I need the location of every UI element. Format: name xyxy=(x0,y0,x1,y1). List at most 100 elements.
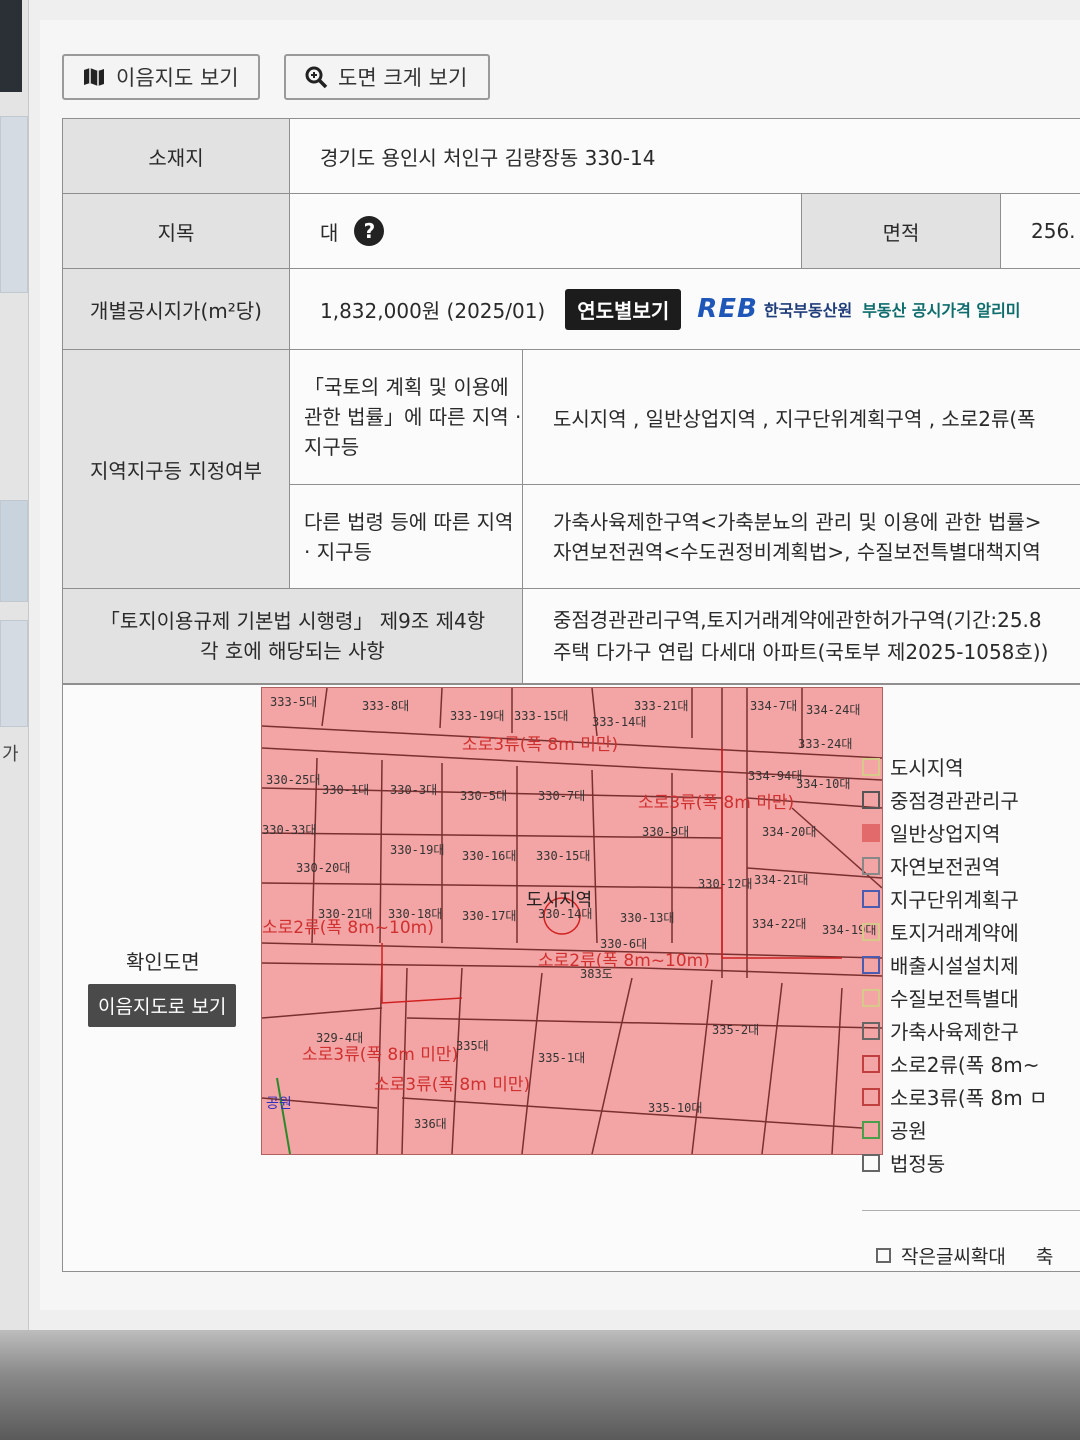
legend-item[interactable]: 법정동 xyxy=(862,1146,1080,1179)
legend-item[interactable]: 중점경관관리구 xyxy=(862,783,1080,816)
land-info-panel: 이음지도 보기 도면 크게 보기 소재지 경기도 용인시 처인구 김량장동 33… xyxy=(40,20,1080,1310)
reb-name: 한국부동산원 xyxy=(763,301,853,320)
decree-label: 「토지이용규제 기본법 시행령」 제9조 제4항 각 호에 해당되는 사항 xyxy=(62,588,523,684)
price-label: 개별공시지가(m²당) xyxy=(62,268,290,350)
land-category-cell: 대 ? xyxy=(289,193,802,269)
parcel-label: 334-24대 xyxy=(806,703,860,717)
decree-cell: 중점경관관리구역,토지거래계약에관한허가구역(기간:25.8 주택 다가구 연립… xyxy=(522,588,1080,684)
parcel-label: 334-22대 xyxy=(752,917,806,931)
legend-item[interactable]: 자연보전권역 xyxy=(862,849,1080,882)
location-value: 경기도 용인시 처인구 김량장동 330-14 xyxy=(289,118,1080,194)
legend-item[interactable]: 공원 xyxy=(862,1113,1080,1146)
parcel-label: 330-19대 xyxy=(390,843,444,857)
cut-off-label: 축 xyxy=(1035,1246,1054,1268)
legend-label: 소로2류(폭 8m~ xyxy=(890,1053,1040,1077)
legend-item[interactable]: 도시지역 xyxy=(862,750,1080,783)
legend-swatch xyxy=(862,757,880,776)
land-use-map[interactable]: 333-5대 333-8대 333-19대 333-15대 333-14대 33… xyxy=(261,687,883,1155)
parcel-label: 330-5대 xyxy=(460,789,507,803)
land-category-label: 지목 xyxy=(62,193,290,269)
parcel-label: 330-3대 xyxy=(390,783,437,797)
parcel-label: 333-24대 xyxy=(798,737,852,751)
help-icon[interactable]: ? xyxy=(354,216,385,246)
legend-label: 토지거래계약에 xyxy=(890,921,1019,945)
parcel-label: 333-21대 xyxy=(634,699,688,713)
parcel-label: 334-94대 xyxy=(748,769,802,783)
legend-label: 공원 xyxy=(890,1119,927,1143)
road-label: 소로2류(폭 8m~10m) xyxy=(538,951,710,971)
other-law-label: 다른 법령 등에 따른 지역 · 지구등 xyxy=(289,484,523,589)
parcel-label: 335-10대 xyxy=(648,1101,702,1115)
legend-item[interactable]: 일반상업지역 xyxy=(862,816,1080,849)
legend-item[interactable]: 수질보전특별대 xyxy=(862,981,1080,1014)
sidebar-tab[interactable] xyxy=(0,0,22,92)
map-icon xyxy=(84,68,104,86)
parcel-label: 330-17대 xyxy=(462,909,516,923)
parcel-label: 336대 xyxy=(414,1117,447,1131)
small-font-zoom-toggle[interactable]: 작은글씨확대 축 xyxy=(876,1242,1053,1269)
other-law-value-1: 가축사육제한구역<가축분뇨의 관리 및 이용에 관한 법률> xyxy=(553,509,1042,534)
other-law-cell: 가축사육제한구역<가축분뇨의 관리 및 이용에 관한 법률> 자연보전권역<수도… xyxy=(522,484,1080,589)
parcel-label: 334-10대 xyxy=(796,777,850,791)
reb-service: 부동산 공시가격 알리미 xyxy=(862,301,1021,320)
parcel-map-drawing: 333-5대 333-8대 333-19대 333-15대 333-14대 33… xyxy=(261,687,883,1155)
parcel-label: 333-15대 xyxy=(514,709,568,723)
road-label: 소로3류(폭 8m 미만) xyxy=(374,1075,530,1095)
parcel-label: 335-1대 xyxy=(538,1051,585,1065)
enlarge-drawing-button[interactable]: 도면 크게 보기 xyxy=(284,54,490,100)
road-label: 소로3류(폭 8m 미만) xyxy=(462,735,618,755)
legend-swatch xyxy=(862,790,880,809)
parcel-label: 330-6대 xyxy=(600,937,647,951)
legend-divider xyxy=(862,1210,1080,1211)
legend-swatch xyxy=(862,856,880,875)
legend-item[interactable]: 토지거래계약에 xyxy=(862,915,1080,948)
parcel-label: 330-15대 xyxy=(536,849,590,863)
legend-swatch xyxy=(862,1120,880,1139)
open-neighbor-map-button[interactable]: 이음지도로 보기 xyxy=(88,984,237,1027)
legend-swatch xyxy=(862,1087,880,1106)
parcel-label: 330-13대 xyxy=(620,911,674,925)
confirm-drawing-label: 확인도면 xyxy=(126,950,200,974)
parcel-label: 330-25대 xyxy=(266,773,320,787)
decree-value-1: 중점경관관리구역,토지거래계약에관한허가구역(기간:25.8 xyxy=(553,608,1042,632)
parcel-label: 330-12대 xyxy=(698,877,752,891)
parcel-label: 330-9대 xyxy=(642,825,689,839)
small-font-label: 작은글씨확대 xyxy=(901,1246,1006,1268)
legend-label: 일반상업지역 xyxy=(890,822,1001,846)
road-label: 소로3류(폭 8m 미만) xyxy=(638,793,794,813)
other-law-value-2: 자연보전권역<수도권정비계획법>, 수질보전특별대책지역 xyxy=(553,539,1041,564)
legend-swatch xyxy=(862,889,880,908)
legend-label: 지구단위계획구 xyxy=(890,888,1019,912)
parcel-label: 333-8대 xyxy=(362,699,409,713)
small-font-checkbox[interactable] xyxy=(876,1248,891,1263)
legend-item[interactable]: 지구단위계획구 xyxy=(862,882,1080,915)
area-value: 256. xyxy=(1000,193,1080,269)
legend-swatch xyxy=(862,1054,880,1073)
legend-swatch xyxy=(862,1021,880,1040)
location-label: 소재지 xyxy=(62,118,290,194)
enlarge-drawing-label: 도면 크게 보기 xyxy=(338,66,468,90)
legend-item[interactable]: 배출시설설치제 xyxy=(862,948,1080,981)
map-legend: 도시지역 중점경관관리구 일반상업지역 자연보전권역 지구단위계획구 토지거래계… xyxy=(862,750,1080,1179)
legend-item[interactable]: 소로3류(폭 8m ㅁ xyxy=(862,1080,1080,1113)
sidebar-panel-block xyxy=(0,500,28,602)
parcel-label: 330-1대 xyxy=(322,783,369,797)
decree-value-2: 주택 다가구 연립 다세대 아파트(국토부 제2025-1058호)) xyxy=(553,640,1049,664)
legend-label: 자연보전권역 xyxy=(890,855,1001,879)
legend-item[interactable]: 소로2류(폭 8m~ xyxy=(862,1047,1080,1080)
neighbor-map-button[interactable]: 이음지도 보기 xyxy=(62,54,260,100)
legend-label: 배출시설설치제 xyxy=(890,954,1019,978)
screen: 가 이음지도 보기 도면 크게 보기 소재지 경기도 용인시 처인구 김량장동 … xyxy=(0,0,1080,1330)
price-cell: 1,832,000원 (2025/01) 연도별보기 REB 한국부동산원 부동… xyxy=(289,268,1080,350)
reb-logo: REB xyxy=(697,294,758,324)
legend-label: 소로3류(폭 8m ㅁ xyxy=(890,1086,1048,1110)
year-view-button[interactable]: 연도별보기 xyxy=(565,288,682,330)
parcel-label: 333-14대 xyxy=(592,715,646,729)
legend-item[interactable]: 가축사육제한구 xyxy=(862,1014,1080,1047)
parcel-label: 329-4대 xyxy=(316,1031,363,1045)
reb-price-link[interactable]: REB 한국부동산원 부동산 공시가격 알리미 xyxy=(697,294,1020,324)
parcel-label: 330-20대 xyxy=(296,861,350,875)
parcel-label: 333-19대 xyxy=(450,709,504,723)
road-label: 소로3류(폭 8m 미만) xyxy=(302,1045,458,1065)
parcel-label: 334-7대 xyxy=(750,699,797,713)
